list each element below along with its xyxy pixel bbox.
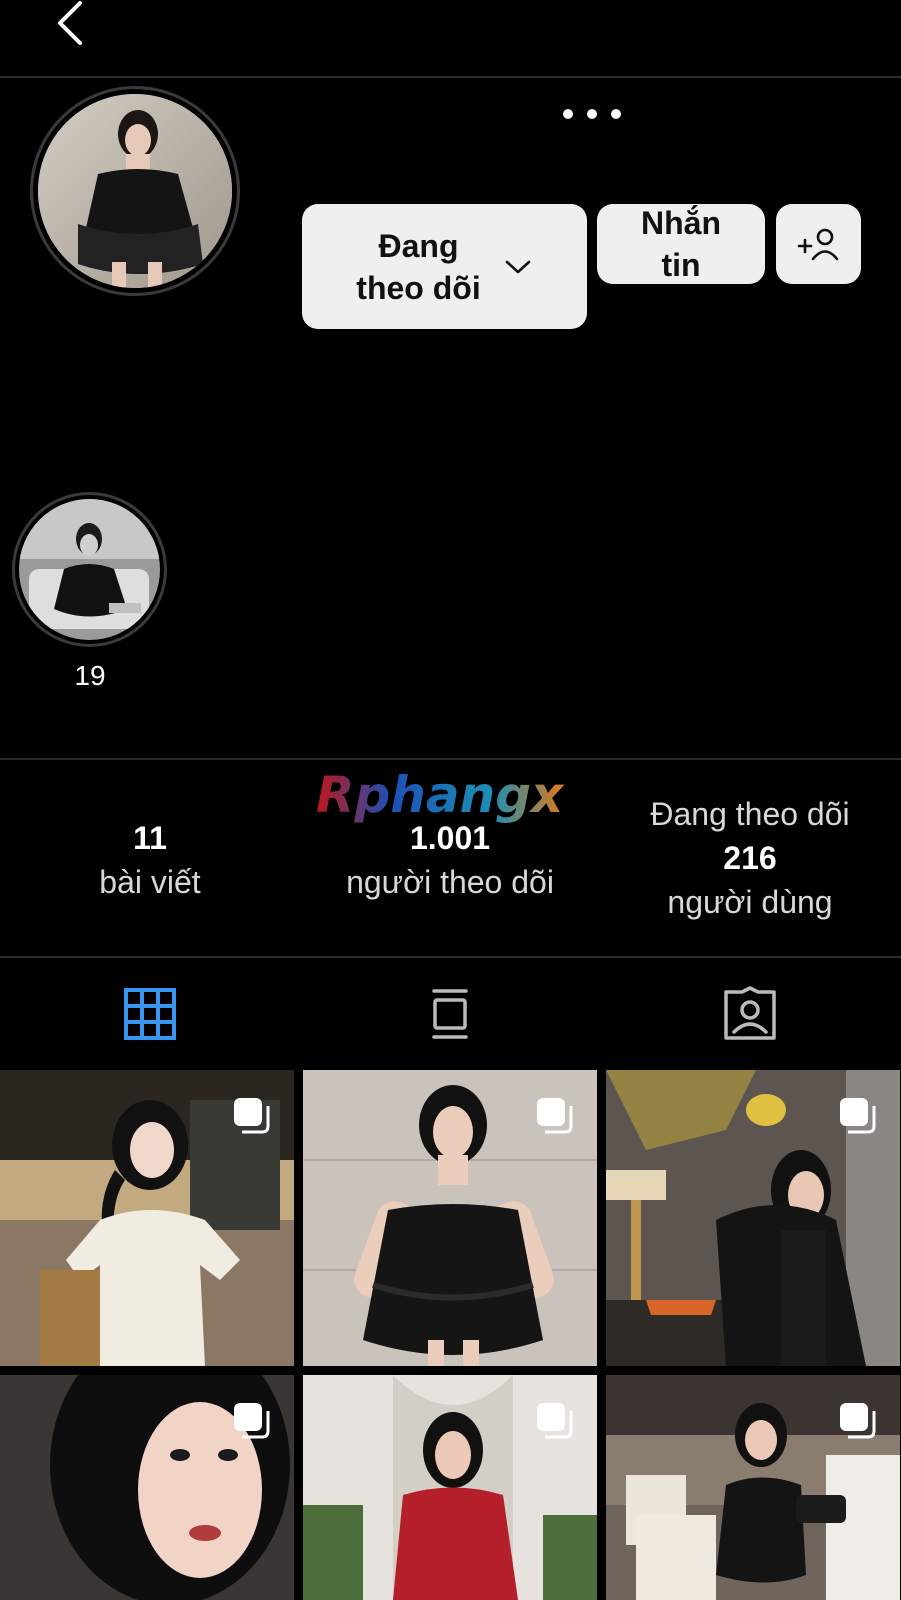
post-thumbnail[interactable] — [606, 1375, 900, 1600]
highlight-label: 19 — [74, 660, 106, 691]
posts-grid — [0, 1070, 901, 1600]
message-button[interactable]: Nhắn tin — [597, 204, 765, 284]
stat-followers[interactable]: 1.001 người theo dõi — [320, 816, 580, 904]
post-thumbnail[interactable] — [0, 1375, 294, 1600]
tab-tagged[interactable] — [600, 960, 900, 1068]
chevron-down-icon — [505, 260, 531, 273]
story-highlight[interactable] — [12, 492, 167, 647]
tagged-icon — [724, 986, 776, 1040]
profile-avatar[interactable] — [30, 86, 240, 296]
following-label: Đang theo dõi — [356, 225, 480, 309]
stat-following[interactable]: Đang theo dõi 216 người dùng — [620, 792, 880, 924]
message-label-line2: tin — [661, 247, 701, 283]
following-count: 216 — [723, 840, 777, 876]
message-label: Nhắn tin — [641, 202, 721, 286]
post-thumbnail[interactable] — [0, 1070, 294, 1366]
carousel-icon — [234, 1403, 270, 1439]
carousel-icon — [234, 1098, 270, 1134]
following-top-label: Đang theo dõi — [650, 796, 850, 832]
top-bar — [0, 0, 901, 78]
carousel-icon — [840, 1403, 876, 1439]
highlight-cover — [19, 499, 160, 640]
grid-icon — [124, 988, 176, 1040]
divider — [0, 758, 901, 760]
followers-label: người theo dõi — [346, 864, 554, 900]
reels-feed-icon — [432, 989, 468, 1039]
post-thumbnail[interactable] — [303, 1070, 597, 1366]
following-label-line1: Đang — [378, 227, 459, 264]
stat-posts[interactable]: 11 bài viết — [40, 816, 260, 904]
back-button[interactable] — [50, 0, 90, 50]
tab-grid[interactable] — [0, 960, 300, 1068]
carousel-icon — [840, 1098, 876, 1134]
highlight-photo — [19, 499, 160, 640]
posts-label: bài viết — [99, 864, 201, 900]
posts-count: 11 — [133, 820, 167, 856]
profile-photo — [38, 94, 232, 288]
avatar — [38, 94, 232, 288]
tab-feed[interactable] — [300, 960, 600, 1068]
add-person-icon — [797, 228, 838, 261]
add-user-button[interactable] — [776, 204, 861, 284]
carousel-icon — [537, 1403, 573, 1439]
ellipsis-icon — [563, 109, 621, 119]
divider — [0, 956, 901, 958]
more-options-button[interactable] — [560, 100, 624, 128]
following-label-line2: theo dõi — [356, 269, 481, 306]
following-button[interactable]: Đang theo dõi — [302, 204, 587, 329]
following-label: người dùng — [667, 884, 833, 920]
post-thumbnail[interactable] — [606, 1070, 900, 1366]
message-label-line1: Nhắn — [641, 205, 721, 241]
carousel-icon — [537, 1098, 573, 1134]
chevron-left-icon — [58, 1, 82, 45]
post-thumbnail[interactable] — [303, 1375, 597, 1600]
followers-count: 1.001 — [409, 820, 491, 856]
